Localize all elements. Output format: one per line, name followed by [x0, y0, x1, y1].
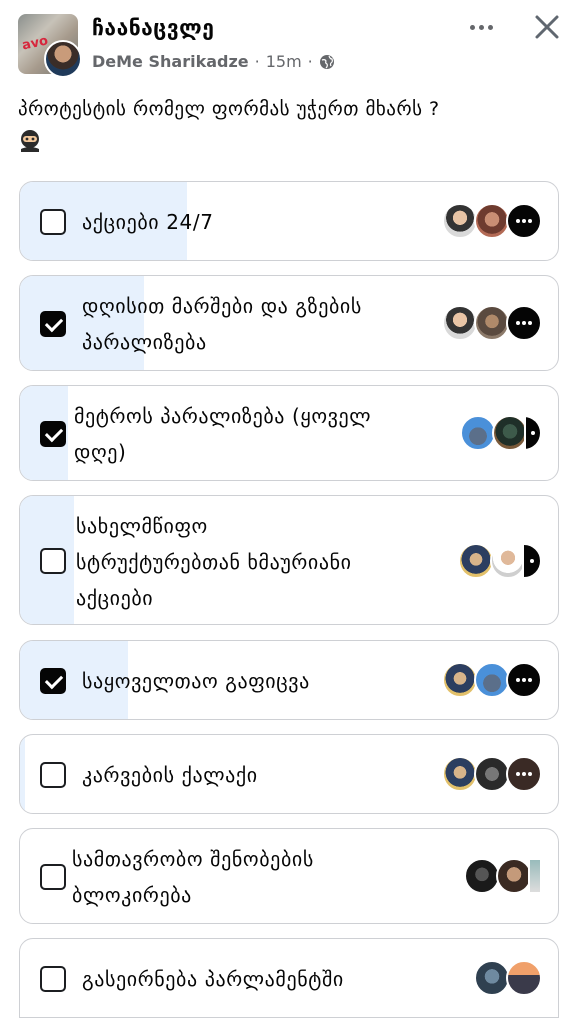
- option-label: საყოველთაო გაფიცვა: [82, 669, 310, 693]
- ninja-icon: [21, 129, 39, 152]
- option-label: მეტროს პარალიზება (ყოველ დღე): [74, 404, 372, 464]
- post-header: avo ჩაანაცვლე DeMe Sharikadze · 15m ·: [0, 0, 578, 90]
- option-checkbox[interactable]: [40, 864, 66, 890]
- voter-avatars[interactable]: [458, 543, 542, 579]
- author-avatar[interactable]: [44, 40, 82, 78]
- voter-avatar: [490, 543, 526, 579]
- voter-avatar: [442, 305, 478, 341]
- poll-option[interactable]: სამთავრობო შენობების ბლოკირება: [19, 828, 559, 924]
- voter-avatars[interactable]: [464, 858, 542, 894]
- voter-avatar: [528, 858, 542, 894]
- option-checkbox[interactable]: [40, 668, 66, 694]
- option-label: კარვების ქალაქი: [82, 763, 258, 787]
- voter-avatar: [474, 305, 510, 341]
- voter-avatars[interactable]: [474, 960, 542, 996]
- poll-option[interactable]: საყოველთაო გაფიცვა: [19, 640, 559, 720]
- poll-option[interactable]: დღისით მარშები და გზების პარალიზება: [19, 275, 559, 371]
- option-label: სამთავრობო შენობების ბლოკირება: [72, 847, 314, 907]
- globe-icon: [319, 54, 334, 69]
- voter-avatar: [442, 756, 478, 792]
- voter-avatar: [492, 415, 528, 451]
- voter-avatar: [442, 203, 478, 239]
- option-label: დღისით მარშები და გზების პარალიზება: [82, 294, 362, 354]
- vote-share-bar: [20, 735, 26, 813]
- post-time[interactable]: 15m: [266, 52, 302, 71]
- voter-avatars[interactable]: [460, 415, 542, 451]
- poll-option[interactable]: კარვების ქალაქი: [19, 734, 559, 814]
- more-voters-icon: [506, 203, 542, 239]
- group-name[interactable]: ჩაანაცვლე: [92, 16, 214, 40]
- poll-question: პროტესტის რომელ ფორმას უჭერთ მხარს ?: [18, 94, 563, 154]
- more-voters-icon: [506, 662, 542, 698]
- option-checkbox[interactable]: [40, 209, 66, 235]
- voter-avatar: [464, 858, 500, 894]
- post-meta: DeMe Sharikadze · 15m ·: [92, 52, 335, 71]
- poll-question-text: პროტესტის რომელ ფორმას უჭერთ მხარს ?: [18, 98, 440, 120]
- more-voters-icon: [506, 756, 542, 792]
- poll-option[interactable]: გასეირნება პარლამენტში: [19, 938, 559, 1018]
- voter-avatar: [474, 203, 510, 239]
- poll-option[interactable]: სახელმწიფო სტრუქტურებთან ხმაურიანი აქციე…: [19, 495, 559, 625]
- voter-avatars[interactable]: [442, 756, 542, 792]
- close-icon[interactable]: [530, 10, 564, 44]
- option-checkbox[interactable]: [40, 421, 66, 447]
- author-name[interactable]: DeMe Sharikadze: [92, 52, 249, 71]
- poll-option[interactable]: მეტროს პარალიზება (ყოველ დღე): [19, 385, 559, 481]
- more-voters-icon: [506, 305, 542, 341]
- meta-separator-2: ·: [307, 52, 313, 71]
- voter-avatars[interactable]: [442, 662, 542, 698]
- meta-separator: ·: [254, 52, 260, 71]
- more-voters-icon: [522, 543, 542, 579]
- poll-option[interactable]: აქციები 24/7: [19, 181, 559, 261]
- voter-avatars[interactable]: [442, 203, 542, 239]
- more-icon[interactable]: [462, 12, 500, 42]
- voter-avatar: [474, 662, 510, 698]
- option-checkbox[interactable]: [40, 311, 66, 337]
- option-label: აქციები 24/7: [82, 210, 214, 234]
- option-label: გასეირნება პარლამენტში: [82, 967, 344, 991]
- voter-avatar: [460, 415, 496, 451]
- voter-avatar: [474, 960, 510, 996]
- option-checkbox[interactable]: [40, 966, 66, 992]
- option-label: სახელმწიფო სტრუქტურებთან ხმაურიანი აქციე…: [76, 514, 352, 610]
- more-voters-icon: [524, 415, 542, 451]
- voter-avatar: [496, 858, 532, 894]
- option-checkbox[interactable]: [40, 548, 66, 574]
- voter-avatars[interactable]: [442, 305, 542, 341]
- option-checkbox[interactable]: [40, 762, 66, 788]
- voter-avatar: [442, 662, 478, 698]
- voter-avatar: [458, 543, 494, 579]
- voter-avatar: [474, 756, 510, 792]
- voter-avatar: [506, 960, 542, 996]
